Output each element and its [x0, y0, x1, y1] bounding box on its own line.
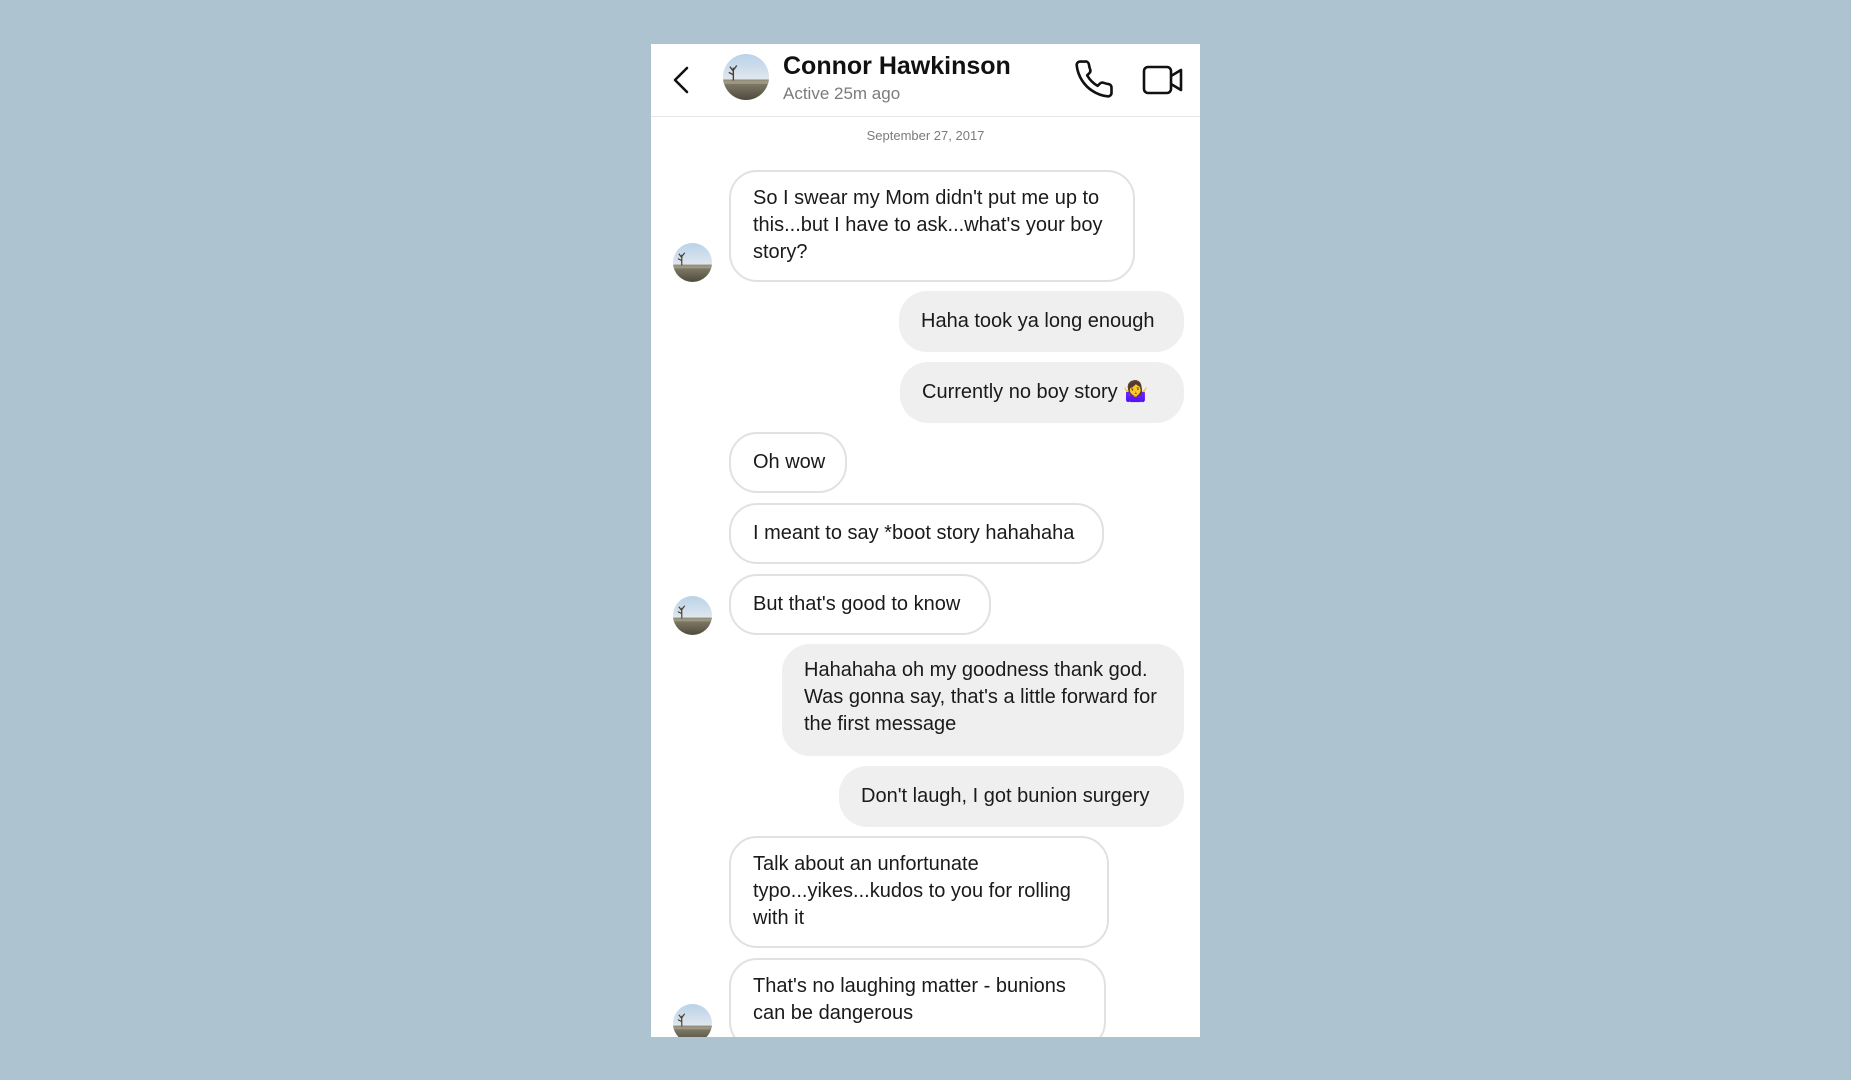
back-button[interactable] — [667, 60, 697, 100]
date-separator: September 27, 2017 — [866, 128, 985, 143]
phone-icon — [1075, 60, 1113, 98]
message-bubble-outgoing[interactable]: Haha took ya long enough — [899, 291, 1184, 352]
contact-status: Active 25m ago — [783, 84, 901, 103]
sender-avatar[interactable] — [673, 243, 712, 282]
message-bubble-incoming[interactable]: Talk about an unfortunate typo...yikes..… — [729, 836, 1109, 948]
sender-avatar[interactable] — [673, 596, 712, 635]
sender-avatar[interactable] — [673, 1004, 712, 1037]
message-bubble-incoming[interactable]: I meant to say *boot story hahahaha — [729, 503, 1104, 564]
message-bubble-incoming[interactable]: Oh wow — [729, 432, 847, 493]
contact-name[interactable]: Connor Hawkinson — [783, 52, 1011, 81]
video-call-button[interactable] — [1141, 60, 1185, 100]
chevron-left-icon — [673, 66, 689, 94]
messenger-window: Connor Hawkinson Active 25m ago Septembe… — [651, 44, 1200, 1037]
message-bubble-outgoing[interactable]: Currently no boy story 🤷‍♀️ — [900, 362, 1184, 423]
message-bubble-outgoing[interactable]: Don't laugh, I got bunion surgery — [839, 766, 1184, 827]
message-bubble-incoming[interactable]: So I swear my Mom didn't put me up to th… — [729, 170, 1135, 282]
video-camera-icon — [1142, 65, 1183, 95]
conversation-header: Connor Hawkinson Active 25m ago — [651, 44, 1200, 117]
message-bubble-outgoing[interactable]: Hahahaha oh my goodness thank god. Was g… — [782, 644, 1184, 756]
message-bubble-incoming[interactable]: But that's good to know — [729, 574, 991, 635]
call-button[interactable] — [1073, 58, 1115, 100]
contact-avatar[interactable] — [723, 54, 769, 100]
message-bubble-incoming[interactable]: That's no laughing matter - bunions can … — [729, 958, 1106, 1037]
